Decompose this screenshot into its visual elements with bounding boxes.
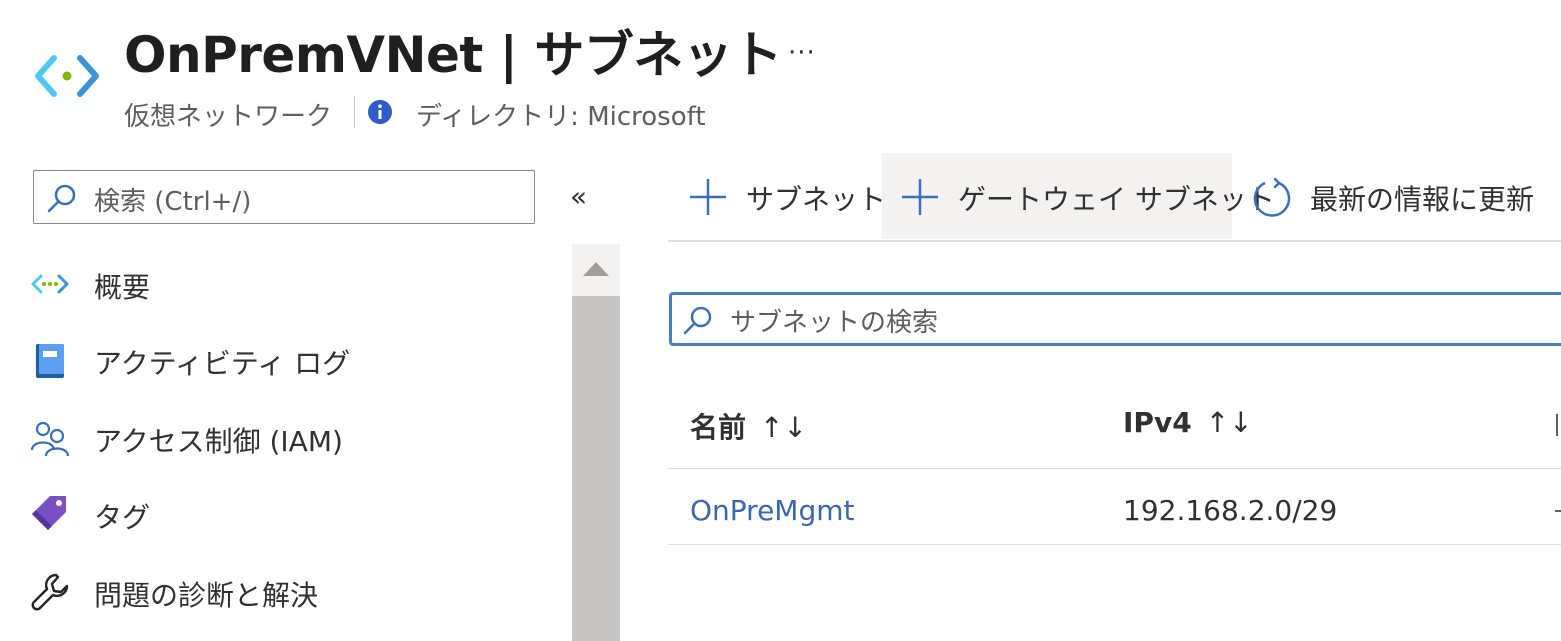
table-row-divider <box>668 544 1561 545</box>
toolbar-divider <box>668 240 1561 242</box>
sidebar-item-activity-log[interactable]: アクティビティ ログ <box>30 334 550 384</box>
virtual-network-overview-icon <box>31 274 69 294</box>
header-divider <box>354 96 355 128</box>
sidebar-item-label: アクセス制御 (IAM) <box>94 425 343 458</box>
sidebar-item-tags[interactable]: タグ <box>30 488 550 538</box>
search-icon <box>683 306 712 335</box>
column-header-name[interactable]: 名前 ↑↓ <box>690 406 807 446</box>
sort-icon[interactable]: ↑↓ <box>1206 406 1253 439</box>
sidebar-item-label: タグ <box>94 501 151 534</box>
sidebar-search-placeholder: 検索 (Ctrl+/) <box>94 187 252 217</box>
sidebar-item-access-control[interactable]: アクセス制御 (IAM) <box>30 412 550 462</box>
sidebar-item-label: 問題の診断と解決 <box>94 579 319 612</box>
plus-icon <box>690 179 726 215</box>
more-options-button[interactable]: ··· <box>788 38 816 68</box>
collapse-sidebar-button[interactable]: « <box>570 180 587 213</box>
plus-icon <box>902 179 938 215</box>
wrench-icon <box>31 573 69 611</box>
refresh-label: 最新の情報に更新 <box>1310 183 1535 216</box>
subnet-search-input[interactable]: サブネットの検索 <box>669 292 1561 346</box>
page-title: OnPremVNet | サブネット <box>124 26 782 84</box>
sidebar-item-label: 概要 <box>94 271 151 304</box>
tag-icon <box>32 496 66 530</box>
subnet-ipv4-cell: 192.168.2.0/29 <box>1123 494 1338 527</box>
truncated-column-edge <box>1556 414 1561 436</box>
sidebar-scroll-thumb[interactable] <box>572 296 620 641</box>
sidebar-search-input[interactable]: 検索 (Ctrl+/) <box>33 170 535 224</box>
sort-icon[interactable]: ↑↓ <box>760 411 807 444</box>
virtual-network-icon <box>35 55 99 97</box>
add-gateway-subnet-label: ゲートウェイ サブネット <box>958 183 1275 216</box>
column-header-label: IPv4 <box>1123 406 1192 439</box>
add-subnet-label: サブネット <box>746 183 887 216</box>
info-icon[interactable] <box>368 100 392 124</box>
add-subnet-button[interactable]: サブネット <box>668 153 886 239</box>
subnet-search-placeholder: サブネットの検索 <box>730 308 939 338</box>
directory-label: ディレクトリ: Microsoft <box>416 102 706 132</box>
add-gateway-subnet-button[interactable]: ゲートウェイ サブネット <box>882 153 1275 239</box>
resource-type-label: 仮想ネットワーク <box>124 102 333 132</box>
subnet-name-link[interactable]: OnPreMgmt <box>690 494 855 527</box>
refresh-icon <box>1253 177 1291 217</box>
refresh-button[interactable]: 最新の情報に更新 <box>1232 153 1561 239</box>
truncated-cell-edge <box>1555 510 1561 512</box>
column-header-ipv4[interactable]: IPv4 ↑↓ <box>1123 406 1253 439</box>
table-header-divider <box>668 468 1561 469</box>
sidebar-item-overview[interactable]: 概要 <box>30 258 550 308</box>
people-icon <box>30 421 70 457</box>
sidebar-item-label: アクティビティ ログ <box>94 347 351 380</box>
search-icon <box>47 184 76 213</box>
column-header-label: 名前 <box>690 411 747 444</box>
sidebar-item-diagnose[interactable]: 問題の診断と解決 <box>30 566 550 616</box>
activity-log-icon <box>36 344 64 378</box>
scroll-up-arrow-icon[interactable] <box>583 262 609 276</box>
